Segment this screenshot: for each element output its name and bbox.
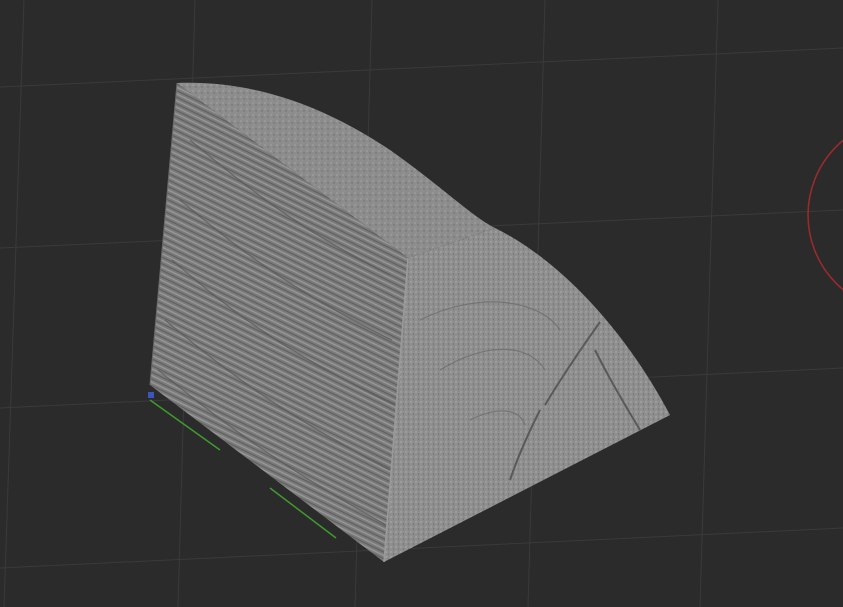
3d-viewport[interactable] (0, 0, 843, 607)
cross-section-face (384, 228, 670, 562)
axis-z-marker (148, 392, 154, 398)
rotate-gizmo-ring[interactable] (807, 118, 843, 312)
viewport-canvas[interactable] (0, 0, 843, 607)
wood-log-model[interactable] (149, 82, 670, 563)
